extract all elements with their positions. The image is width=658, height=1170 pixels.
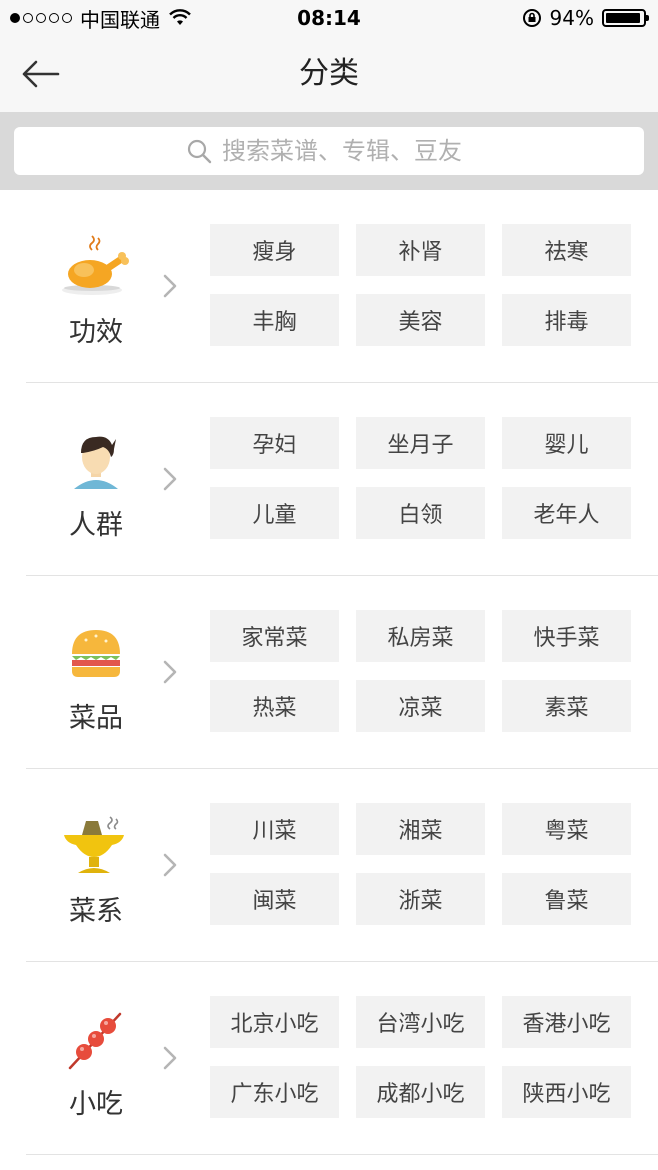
category-section-people: 人群 孕妇 坐月子 婴儿 儿童 白领 老年人 (0, 383, 658, 576)
tag-item[interactable]: 白领 (356, 487, 485, 539)
carrier-name: 中国联通 (80, 7, 160, 32)
back-button[interactable] (18, 54, 62, 94)
tag-item[interactable]: 鲁菜 (502, 873, 631, 925)
battery-icon (602, 9, 649, 27)
tag-item[interactable]: 素菜 (502, 680, 631, 732)
category-header-efficacy[interactable]: 功效 (40, 214, 200, 364)
rotation-lock-icon (522, 9, 541, 27)
tag-item[interactable]: 美容 (356, 294, 485, 346)
tag-item[interactable]: 丰胸 (210, 294, 339, 346)
tag-item[interactable]: 成都小吃 (356, 1066, 485, 1118)
person-icon (74, 436, 118, 489)
tag-item[interactable]: 排毒 (502, 294, 631, 346)
category-section-snacks: 小吃 北京小吃 台湾小吃 香港小吃 广东小吃 成都小吃 陕西小吃 (0, 962, 658, 1155)
tag-item[interactable]: 闽菜 (210, 873, 339, 925)
chevron-right-icon (163, 853, 177, 877)
chevron-right-icon (163, 660, 177, 684)
tag-item[interactable]: 家常菜 (210, 610, 339, 662)
search-area (0, 112, 658, 190)
tag-grid: 瘦身 补肾 祛寒 丰胸 美容 排毒 (210, 224, 632, 346)
wifi-icon (169, 9, 191, 25)
tag-item[interactable]: 老年人 (502, 487, 631, 539)
skewer-icon (68, 1012, 122, 1070)
battery-percent: 94% (549, 6, 594, 30)
tag-item[interactable]: 瘦身 (210, 224, 339, 276)
tag-item[interactable]: 快手菜 (502, 610, 631, 662)
category-title: 菜品 (69, 703, 123, 734)
category-title: 小吃 (69, 1089, 123, 1120)
tag-item[interactable]: 孕妇 (210, 417, 339, 469)
tag-grid: 孕妇 坐月子 婴儿 儿童 白领 老年人 (210, 417, 632, 539)
category-title: 功效 (69, 317, 123, 348)
tag-item[interactable]: 凉菜 (356, 680, 485, 732)
category-title: 菜系 (69, 896, 123, 927)
search-box[interactable] (14, 127, 644, 175)
nav-bar: 分类 (0, 36, 658, 112)
chevron-right-icon (163, 467, 177, 491)
search-input[interactable] (222, 137, 472, 165)
category-header-cuisine[interactable]: 菜系 (40, 793, 200, 943)
hotpot-icon (64, 816, 124, 873)
tag-item[interactable]: 婴儿 (502, 417, 631, 469)
tag-grid: 北京小吃 台湾小吃 香港小吃 广东小吃 成都小吃 陕西小吃 (210, 996, 632, 1118)
status-right: 94% (522, 0, 649, 36)
tag-grid: 川菜 湘菜 粤菜 闽菜 浙菜 鲁菜 (210, 803, 632, 925)
page-title: 分类 (299, 56, 359, 91)
arrow-left-icon (22, 60, 60, 88)
tag-item[interactable]: 儿童 (210, 487, 339, 539)
tag-item[interactable]: 补肾 (356, 224, 485, 276)
tag-item[interactable]: 台湾小吃 (356, 996, 485, 1048)
battery-fill (606, 13, 640, 23)
category-title: 人群 (69, 510, 123, 541)
category-header-dishes[interactable]: 菜品 (40, 600, 200, 750)
tag-item[interactable]: 坐月子 (356, 417, 485, 469)
tag-item[interactable]: 香港小吃 (502, 996, 631, 1048)
burger-icon (72, 630, 120, 677)
category-header-snacks[interactable]: 小吃 (40, 986, 200, 1136)
category-section-cuisine: 菜系 川菜 湘菜 粤菜 闽菜 浙菜 鲁菜 (0, 769, 658, 962)
chevron-right-icon (163, 274, 177, 298)
status-left: 中国联通 (10, 0, 192, 36)
signal-strength-icon (10, 13, 72, 23)
category-header-people[interactable]: 人群 (40, 407, 200, 557)
category-section-efficacy: 功效 瘦身 补肾 祛寒 丰胸 美容 排毒 (0, 190, 658, 383)
status-bar: 中国联通 08:14 94% (0, 0, 658, 36)
chevron-right-icon (163, 1046, 177, 1070)
tag-item[interactable]: 川菜 (210, 803, 339, 855)
tag-item[interactable]: 热菜 (210, 680, 339, 732)
search-icon (187, 139, 212, 164)
tag-item[interactable]: 陕西小吃 (502, 1066, 631, 1118)
tag-item[interactable]: 北京小吃 (210, 996, 339, 1048)
tag-item[interactable]: 私房菜 (356, 610, 485, 662)
category-section-dishes: 菜品 家常菜 私房菜 快手菜 热菜 凉菜 素菜 (0, 576, 658, 769)
tag-item[interactable]: 祛寒 (502, 224, 631, 276)
tag-item[interactable]: 粤菜 (502, 803, 631, 855)
tag-item[interactable]: 浙菜 (356, 873, 485, 925)
tag-item[interactable]: 湘菜 (356, 803, 485, 855)
section-divider (26, 1154, 658, 1155)
tag-grid: 家常菜 私房菜 快手菜 热菜 凉菜 素菜 (210, 610, 632, 732)
roast-chicken-icon (62, 235, 129, 295)
category-list: 功效 瘦身 补肾 祛寒 丰胸 美容 排毒 人群 孕妇 坐月子 婴儿 儿童 白领 … (0, 190, 658, 1155)
tag-item[interactable]: 广东小吃 (210, 1066, 339, 1118)
